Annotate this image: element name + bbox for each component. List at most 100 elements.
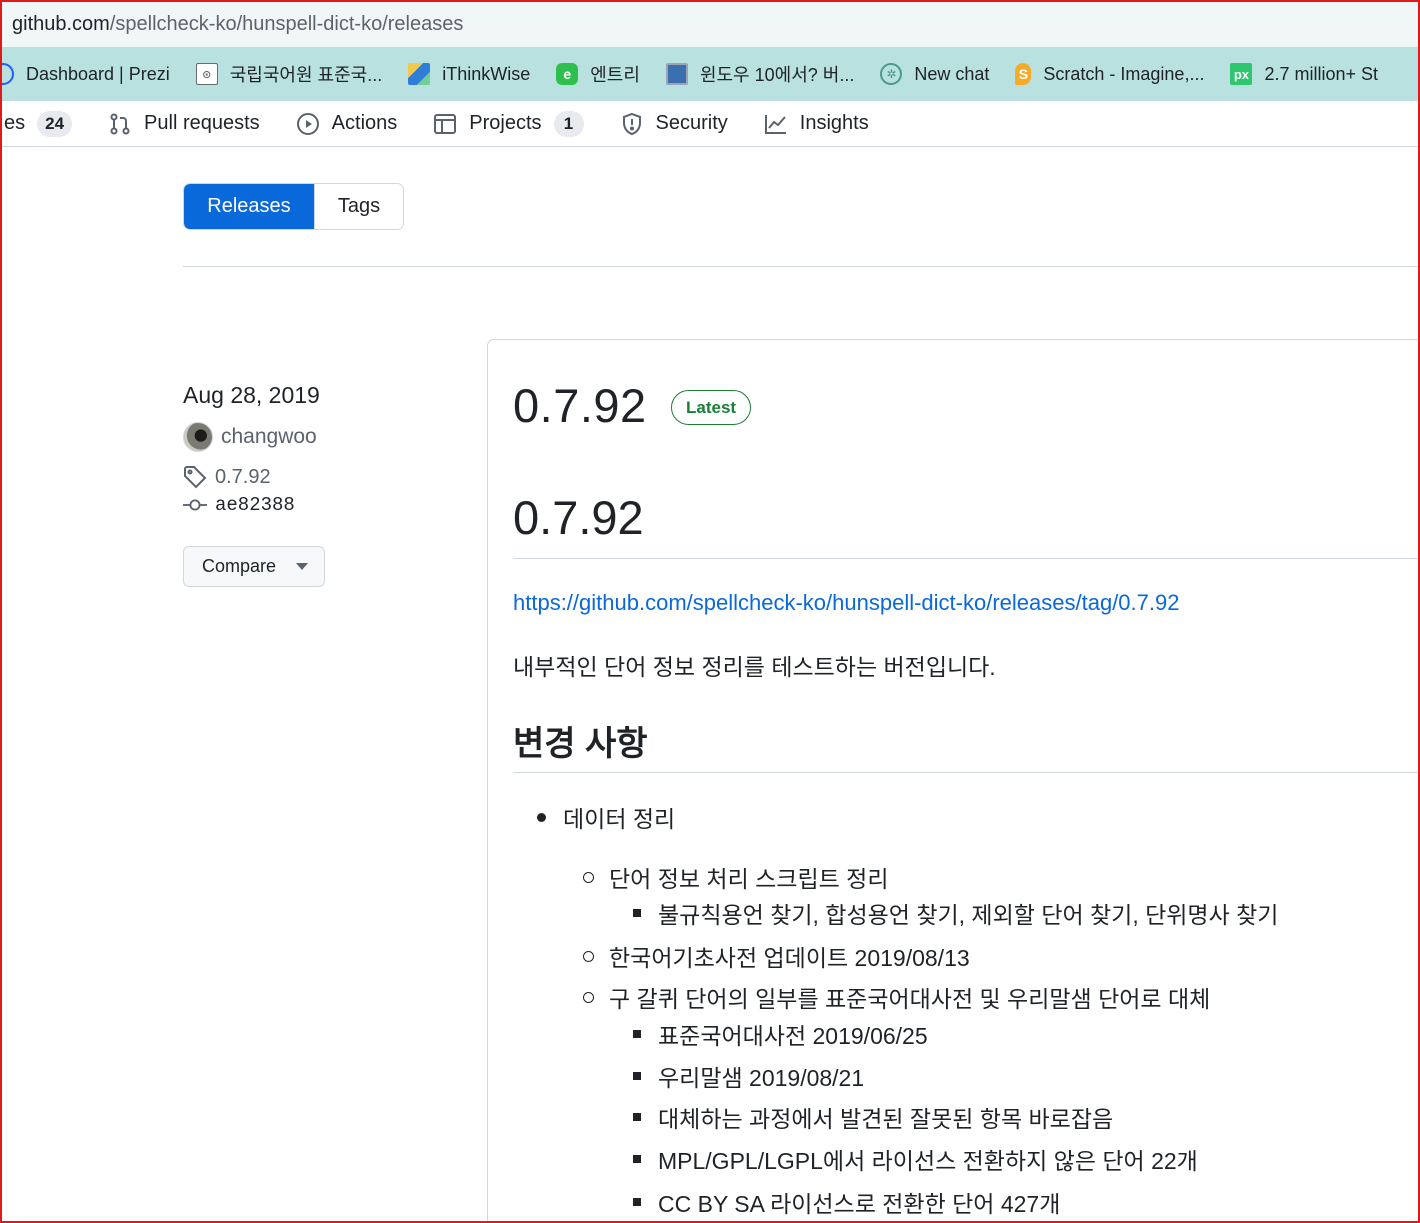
list-text: 불규칙용언 찾기, 합성용언 찾기, 제외할 단어 찾기, 단위명사 찾기 <box>658 902 1279 928</box>
author-name: changwoo <box>221 425 317 448</box>
tab-label: es <box>4 112 26 134</box>
bullet-square <box>633 1198 641 1206</box>
bookmark-label: 엔트리 <box>590 65 640 85</box>
commit-sha: ae82388 <box>215 494 295 516</box>
bullet-circle <box>583 871 594 883</box>
bookmark-ithinkwise[interactable]: iThinkWise <box>408 63 530 85</box>
releases-tags-toggle: Releases Tags <box>183 183 404 230</box>
release-date: Aug 28, 2019 <box>183 382 320 408</box>
bookmark-label: 국립국어원 표준국... <box>229 65 383 85</box>
chatgpt-icon: ✲ <box>880 63 903 85</box>
list-text: 구 갈퀴 단어의 일부를 표준국어대사전 및 우리말샘 단어로 대체 <box>609 986 1211 1012</box>
table-icon <box>433 112 457 136</box>
bookmark-label: 윈도우 10에서? 버... <box>699 65 855 85</box>
list-text: 한국어기초사전 업데이트 2019/08/13 <box>609 945 970 971</box>
repo-nav: es 24 Pull requests Actions Projects 1 S… <box>2 101 1418 147</box>
list-item: 구 갈퀴 단어의 일부를 표준국어대사전 및 우리말샘 단어로 대체 <box>583 980 1210 1014</box>
changes-heading: 변경 사항 <box>513 725 648 763</box>
tab-label: Pull requests <box>144 112 260 134</box>
list-text: 대체하는 과정에서 발견된 잘못된 항목 바로잡음 <box>658 1106 1114 1132</box>
list-text: 데이터 정리 <box>563 806 676 832</box>
list-item: 불규칙용언 찾기, 합성용언 찾기, 제외할 단어 찾기, 단위명사 찾기 <box>633 896 1278 930</box>
bookmarks-bar: Dashboard | Prezi ⊙ 국립국어원 표준국... iThinkW… <box>2 47 1418 101</box>
korean-institute-icon: ⊙ <box>195 63 218 85</box>
bullet-square <box>633 1155 641 1163</box>
pixabay-icon: px <box>1230 63 1253 85</box>
bookmark-pixabay[interactable]: px 2.7 million+ St <box>1230 63 1378 85</box>
bullet-square <box>633 1072 641 1080</box>
address-path: /spellcheck-ko/hunspell-dict-ko/releases <box>109 13 464 35</box>
issues-counter: 24 <box>37 110 73 137</box>
tab-pull-requests[interactable]: Pull requests <box>108 112 260 136</box>
bookmark-label: Dashboard | Prezi <box>26 63 170 84</box>
bookmark-label: iThinkWise <box>442 63 531 84</box>
bookmark-korean-institute[interactable]: ⊙ 국립국어원 표준국... <box>195 61 383 87</box>
list-item: 단어 정보 처리 스크립트 정리 <box>583 860 888 894</box>
bookmark-label: 2.7 million+ St <box>1264 63 1379 84</box>
tab-insights[interactable]: Insights <box>764 112 869 136</box>
tab-label: Projects <box>469 112 542 134</box>
address-host: github.com <box>12 13 110 35</box>
author-row[interactable]: changwoo <box>183 422 463 452</box>
bullet-circle <box>583 950 594 962</box>
list-item: CC BY SA 라이선스로 전환한 단어 427개 <box>633 1185 1060 1219</box>
entry-icon: e <box>556 63 579 85</box>
list-text: 표준국어대사전 2019/06/25 <box>658 1023 928 1049</box>
bookmark-scratch[interactable]: S Scratch - Imagine,... <box>1015 63 1204 85</box>
tab-projects[interactable]: Projects 1 <box>433 110 584 137</box>
tab-label: Insights <box>799 112 869 134</box>
list-item: 대체하는 과정에서 발견된 잘못된 항목 바로잡음 <box>633 1100 1113 1134</box>
address-bar[interactable]: github.com/spellcheck-ko/hunspell-dict-k… <box>2 2 1418 47</box>
ithinkwise-icon <box>408 63 431 85</box>
list-text: 우리말샘 2019/08/21 <box>658 1065 865 1091</box>
bookmark-windows[interactable]: 윈도우 10에서? 버... <box>665 61 855 87</box>
bookmark-entry[interactable]: e 엔트리 <box>556 61 640 87</box>
bookmark-label: New chat <box>914 63 990 84</box>
release-heading: 0.7.92 <box>513 491 644 544</box>
commit-row[interactable]: ae82388 <box>183 493 463 517</box>
prezi-icon <box>2 63 14 85</box>
release-link[interactable]: https://github.com/spellcheck-ko/hunspel… <box>513 590 1179 616</box>
tab-security[interactable]: Security <box>620 112 728 136</box>
release-title[interactable]: 0.7.92 <box>513 378 647 433</box>
scratch-icon: S <box>1015 63 1032 85</box>
play-icon <box>296 112 320 136</box>
heading-divider <box>513 558 1420 559</box>
graph-icon <box>764 112 788 136</box>
list-item: 표준국어대사전 2019/06/25 <box>633 1017 928 1051</box>
bookmark-label: Scratch - Imagine,... <box>1043 63 1205 84</box>
list-text: CC BY SA 라이선스로 전환한 단어 427개 <box>658 1191 1061 1217</box>
tab-tags[interactable]: Tags <box>314 184 403 229</box>
bullet-square <box>633 1030 641 1038</box>
release-meta: Aug 28, 2019 changwoo 0.7.92 ae82388 Com… <box>183 380 463 587</box>
list-text: 단어 정보 처리 스크립트 정리 <box>609 866 889 892</box>
list-item: MPL/GPL/LGPL에서 라이선스 전환하지 않은 단어 22개 <box>633 1142 1198 1176</box>
bookmark-new-chat[interactable]: ✲ New chat <box>880 63 989 85</box>
tab-label: Actions <box>331 112 398 134</box>
compare-label: Compare <box>202 556 277 576</box>
compare-button[interactable]: Compare <box>183 546 325 587</box>
bookmark-prezi[interactable]: Dashboard | Prezi <box>2 63 170 85</box>
tag-icon <box>183 465 207 489</box>
windows-icon <box>665 63 688 85</box>
bullet-circle <box>583 991 594 1003</box>
tab-label: Security <box>655 112 728 134</box>
tag-row[interactable]: 0.7.92 <box>183 465 463 489</box>
release-description: 내부적인 단어 정보 정리를 테스트하는 버전입니다. <box>513 654 996 680</box>
list-item: 우리말샘 2019/08/21 <box>633 1059 864 1093</box>
projects-counter: 1 <box>553 110 584 137</box>
tag-name: 0.7.92 <box>215 465 271 488</box>
tab-releases[interactable]: Releases <box>184 184 314 229</box>
pull-request-icon <box>108 112 132 136</box>
bullet-square <box>633 909 641 917</box>
tab-actions[interactable]: Actions <box>296 112 398 136</box>
commit-icon <box>183 493 207 517</box>
avatar <box>183 422 213 452</box>
list-item: 한국어기초사전 업데이트 2019/08/13 <box>583 939 970 973</box>
tab-issues[interactable]: es 24 <box>4 110 73 137</box>
divider <box>183 266 1418 267</box>
release-card: 0.7.92 Latest 0.7.92 https://github.com/… <box>487 339 1420 1223</box>
changes-divider <box>513 772 1420 773</box>
list-text: MPL/GPL/LGPL에서 라이선스 전환하지 않은 단어 22개 <box>658 1148 1198 1174</box>
bullet-square <box>633 1113 641 1121</box>
